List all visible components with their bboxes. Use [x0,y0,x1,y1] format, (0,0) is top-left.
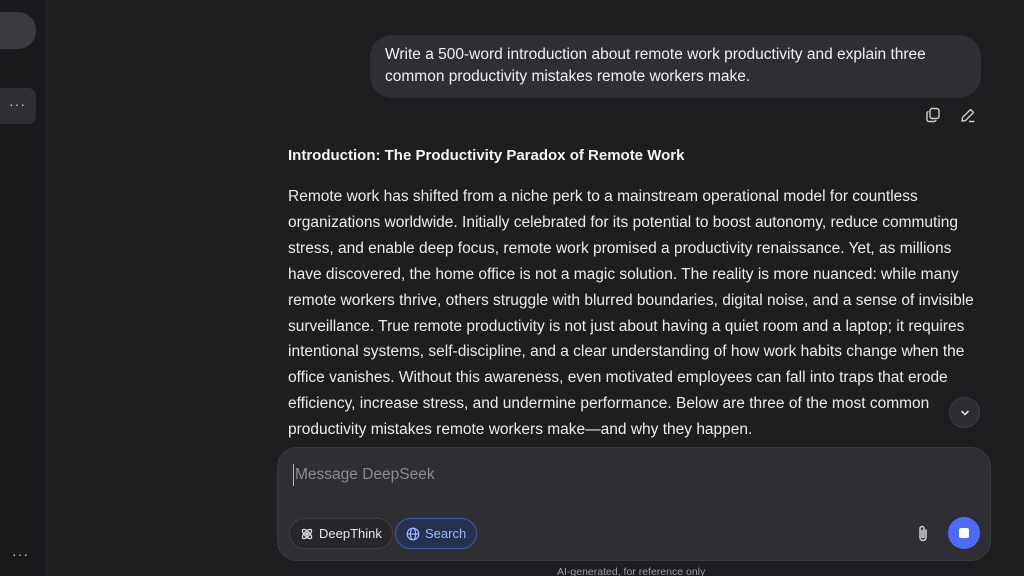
disclaimer-text: AI-generated, for reference only [557,566,706,576]
message-composer: DeepThink Search [277,447,991,561]
answer-paragraph: Remote work has shifted from a niche per… [288,188,974,439]
deepthink-label: DeepThink [319,526,382,541]
answer-heading: Introduction: The Productivity Paradox o… [288,147,685,164]
sidebar-new-chat-pill[interactable] [0,12,36,49]
profile-more-icon[interactable]: ··· [12,546,29,562]
assistant-answer: Introduction: The Productivity Paradox o… [288,145,983,443]
search-label: Search [425,526,467,541]
deepthink-button[interactable]: DeepThink [289,518,393,549]
scroll-to-bottom-button[interactable] [949,397,980,428]
globe-icon [406,527,420,540]
message-actions [924,106,977,124]
stop-generating-button[interactable] [948,517,980,549]
more-options-icon[interactable]: ··· [9,96,26,112]
sidebar-active-chat-item[interactable]: ··· [0,88,36,124]
search-button[interactable]: Search [395,518,478,549]
copy-icon[interactable] [924,106,942,124]
attachment-icon[interactable] [914,524,932,544]
sidebar: ··· ··· [0,0,47,576]
user-message: Write a 500-word introduction about remo… [370,35,981,98]
deepthink-icon [301,528,313,539]
chevron-down-icon [960,410,969,415]
stop-icon [959,528,969,538]
chat-main: Write a 500-word introduction about remo… [48,0,1024,576]
edit-icon[interactable] [959,106,977,124]
message-input[interactable] [293,464,973,486]
